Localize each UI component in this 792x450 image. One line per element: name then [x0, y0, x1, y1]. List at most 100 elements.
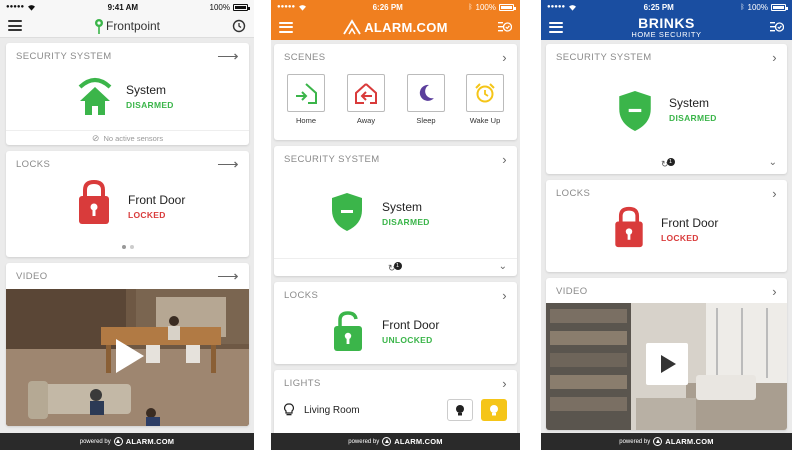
chevron-right-icon[interactable]: › [772, 285, 777, 298]
status-bar: ●●●●● 9:41 AM 100% [0, 0, 254, 14]
sensors-row[interactable]: ↻ 1 ⌄ [274, 258, 517, 276]
card-title: LOCKS [16, 158, 51, 170]
history-check-icon[interactable] [770, 21, 784, 33]
scenes-card: SCENES › Home Away Sleep Wake Up [274, 44, 517, 140]
scene-home[interactable]: Home [287, 74, 325, 125]
chevron-right-icon[interactable]: › [772, 51, 777, 64]
app-title: BRINKS [638, 14, 695, 31]
chevron-right-icon[interactable]: › [502, 51, 507, 64]
video-card[interactable]: VIDEO ⟶ [6, 263, 249, 426]
system-status: DISARMED [669, 113, 717, 123]
chevron-right-icon[interactable]: › [502, 153, 507, 166]
chevron-right-icon[interactable]: › [502, 289, 507, 302]
page-indicator[interactable] [6, 245, 249, 249]
signal-indicator: ●●●●● [277, 4, 296, 10]
powered-by-text: powered by [348, 438, 380, 445]
camera-feed[interactable] [6, 289, 249, 426]
frontpoint-app: ●●●●● 9:41 AM 100% Frontpoint SECURITY S… [0, 0, 254, 450]
arrow-right-icon[interactable]: ⟶ [217, 49, 239, 64]
security-system-card[interactable]: SECURITY SYSTEM › System DISARMED ↻ 1 ⌄ [546, 44, 787, 174]
clock: 9:41 AM [107, 2, 139, 12]
frontpoint-logo: Frontpoint [94, 18, 160, 34]
unlocked-padlock-icon [334, 311, 362, 351]
system-name: System [126, 83, 167, 97]
battery-icon [771, 3, 788, 11]
arrow-right-icon[interactable]: ⟶ [217, 157, 239, 172]
sensors-row: ⊘ No active sensors [6, 130, 249, 145]
alarm-clock-icon [475, 83, 495, 103]
signal-indicator: ●●●●● [547, 4, 566, 10]
menu-icon[interactable] [8, 20, 22, 31]
scene-label: Home [295, 116, 316, 125]
home-wifi-icon [78, 78, 112, 115]
shield-disarmed-icon [332, 193, 362, 231]
light-on-button[interactable] [481, 399, 507, 421]
alarm-com-mark-icon [343, 19, 361, 35]
menu-icon[interactable] [549, 21, 563, 33]
brinks-app: ●●●●● 6:25 PM ᛒ 100% BRINKS HOME SECURIT… [541, 0, 792, 450]
app-title: ALARM.COM [364, 19, 448, 35]
system-name: System [669, 96, 710, 110]
bulb-off-icon [456, 405, 464, 416]
footer-brand: ALARM.COM [125, 437, 175, 446]
alarm-com-logo-icon [653, 437, 663, 446]
locks-card[interactable]: LOCKS › Front Door UNLOCKED [274, 282, 517, 364]
status-bar: ●●●●● 6:25 PM ᛒ 100% [541, 0, 792, 14]
camera-feed[interactable] [546, 303, 787, 430]
battery-percent: 100% [747, 2, 768, 12]
bulb-on-icon [490, 405, 498, 416]
history-icon[interactable] [232, 19, 246, 33]
light-room-name: Living Room [304, 405, 360, 416]
location-pin-icon [94, 18, 103, 34]
security-system-card[interactable]: SECURITY SYSTEM ⟶ System DISARMED ⊘ No a… [6, 43, 249, 145]
lock-name: Front Door [128, 193, 186, 207]
bluetooth-icon: ᛒ [740, 3, 745, 11]
card-title: SECURITY SYSTEM [556, 51, 652, 63]
signal-indicator: ●●●●● [6, 4, 25, 10]
battery-percent: 100% [475, 2, 496, 12]
system-name: System [382, 200, 423, 214]
badge-count: 1 [666, 158, 675, 166]
play-button[interactable] [646, 343, 688, 385]
sensors-row[interactable]: ↻ 1 ⌄ [546, 156, 787, 174]
system-status: DISARMED [126, 100, 174, 110]
card-title: LIGHTS [284, 377, 321, 389]
sensor-icon: ⊘ [91, 132, 100, 143]
card-title: VIDEO [556, 285, 588, 297]
play-button[interactable] [116, 339, 144, 373]
locks-card[interactable]: LOCKS › Front Door LOCKED [546, 180, 787, 272]
chevron-right-icon[interactable]: › [772, 187, 777, 200]
status-bar: ●●●●● 6:26 PM ᛒ 100% [271, 0, 520, 14]
scene-label: Sleep [416, 116, 436, 125]
scene-away[interactable]: Away [347, 74, 385, 125]
scene-wake-up[interactable]: Wake Up [466, 74, 504, 125]
lock-status: LOCKED [128, 210, 166, 220]
menu-icon[interactable] [279, 21, 293, 33]
powered-by-footer: powered by ALARM.COM [0, 433, 254, 450]
footer-brand: ALARM.COM [394, 437, 443, 446]
footer-brand: ALARM.COM [665, 437, 714, 446]
chevron-down-icon[interactable]: ⌄ [769, 158, 777, 168]
card-title: SECURITY SYSTEM [16, 50, 112, 62]
shield-disarmed-icon [619, 91, 651, 131]
history-check-icon[interactable] [497, 21, 512, 33]
sensor-count-badge: ↻ 1 [661, 158, 675, 170]
chevron-down-icon[interactable]: ⌄ [499, 262, 507, 272]
lights-card[interactable]: LIGHTS › Living Room [274, 370, 517, 436]
scene-label: Wake Up [469, 116, 501, 125]
app-header: BRINKS HOME SECURITY [541, 14, 792, 40]
video-card[interactable]: VIDEO › [546, 278, 787, 430]
light-off-button[interactable] [447, 399, 473, 421]
chevron-right-icon[interactable]: › [502, 377, 507, 390]
app-header: ALARM.COM [271, 14, 520, 40]
arrow-right-icon[interactable]: ⟶ [217, 269, 239, 284]
badge-count: 1 [393, 262, 402, 270]
battery-icon [232, 3, 250, 11]
security-system-card[interactable]: SECURITY SYSTEM › System DISARMED ↻ 1 ⌄ [274, 146, 517, 276]
wifi-icon [299, 4, 307, 11]
powered-by-text: powered by [619, 438, 651, 445]
app-title: Frontpoint [105, 18, 161, 33]
card-title: LOCKS [556, 187, 591, 199]
scene-sleep[interactable]: Sleep [407, 74, 445, 125]
locks-card[interactable]: LOCKS ⟶ Front Door LOCKED [6, 151, 249, 257]
